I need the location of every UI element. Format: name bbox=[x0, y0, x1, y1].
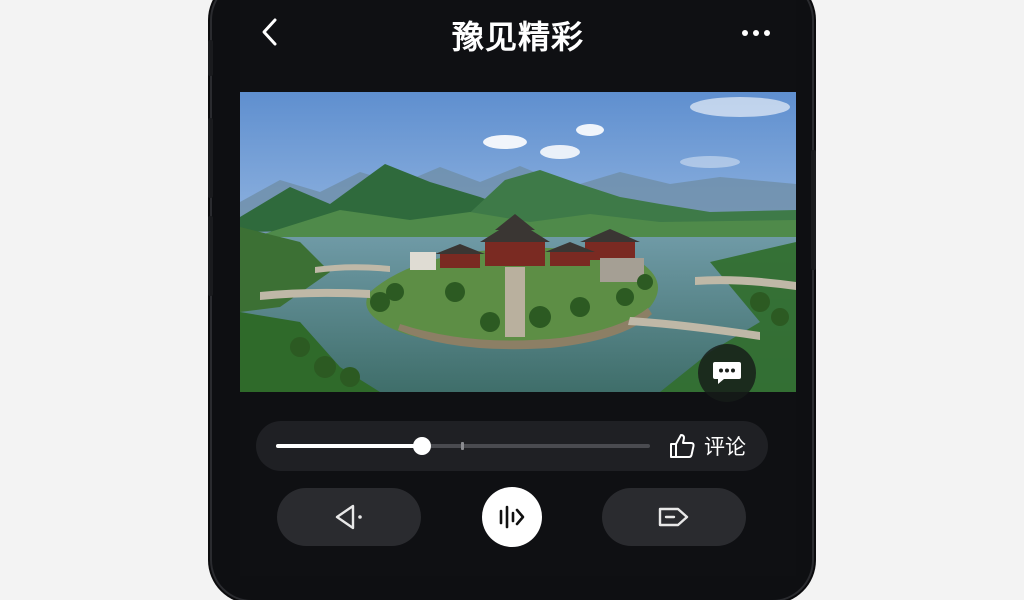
more-icon bbox=[753, 30, 759, 36]
playback-bar: 评论 bbox=[256, 421, 768, 471]
progress-track[interactable] bbox=[276, 437, 650, 455]
phone-side-button bbox=[208, 40, 213, 76]
thumbs-up-icon bbox=[670, 434, 695, 458]
phone-side-button bbox=[208, 216, 213, 296]
app-screen: 豫见精彩 评论 bbox=[240, 0, 796, 576]
progress-marker bbox=[461, 442, 465, 450]
top-bar: 豫见精彩 bbox=[240, 0, 796, 70]
chat-icon bbox=[713, 362, 741, 384]
comment-label: 评论 bbox=[704, 435, 746, 459]
more-icon bbox=[742, 30, 748, 36]
page-title: 豫见精彩 bbox=[451, 18, 584, 56]
more-icon bbox=[764, 30, 770, 36]
phone-side-button bbox=[208, 118, 213, 198]
comment-like-button[interactable]: 评论 bbox=[668, 431, 746, 461]
voice-icon bbox=[499, 505, 525, 529]
share-icon bbox=[658, 507, 689, 527]
progress-fill bbox=[276, 444, 422, 448]
phone-side-button bbox=[811, 150, 816, 270]
voice-button[interactable] bbox=[482, 487, 542, 547]
progress-knob[interactable] bbox=[412, 437, 431, 455]
speaker-icon bbox=[335, 504, 362, 530]
share-button[interactable] bbox=[602, 488, 746, 546]
speaker-button[interactable] bbox=[277, 488, 421, 546]
more-button[interactable] bbox=[736, 20, 776, 46]
comment-bubble-button[interactable] bbox=[698, 344, 756, 402]
